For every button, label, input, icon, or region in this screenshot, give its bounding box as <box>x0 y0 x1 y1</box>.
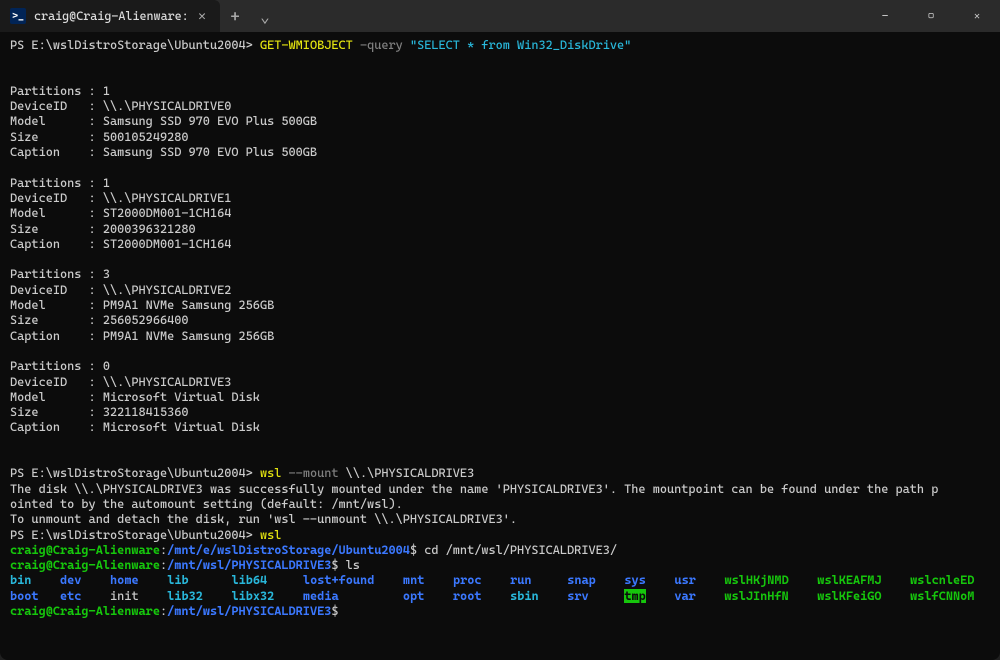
tab-dropdown-button[interactable]: ⌄ <box>250 0 280 32</box>
terminal-output[interactable]: PS E:\wslDistroStorage\Ubuntu2004> GET-W… <box>0 32 1000 660</box>
powershell-icon: >_ <box>10 8 26 24</box>
titlebar-drag-area[interactable] <box>280 0 862 32</box>
tab-close-icon[interactable]: ✕ <box>194 8 210 24</box>
minimize-button[interactable]: — <box>862 0 908 32</box>
tab-active[interactable]: >_ craig@Craig-Alienware: /mnt/w ✕ <box>0 0 220 32</box>
close-button[interactable]: ✕ <box>954 0 1000 32</box>
maximize-button[interactable]: ▢ <box>908 0 954 32</box>
titlebar: >_ craig@Craig-Alienware: /mnt/w ✕ + ⌄ —… <box>0 0 1000 32</box>
tab-title: craig@Craig-Alienware: /mnt/w <box>34 9 186 23</box>
new-tab-button[interactable]: + <box>220 0 250 32</box>
window-controls: — ▢ ✕ <box>862 0 1000 32</box>
